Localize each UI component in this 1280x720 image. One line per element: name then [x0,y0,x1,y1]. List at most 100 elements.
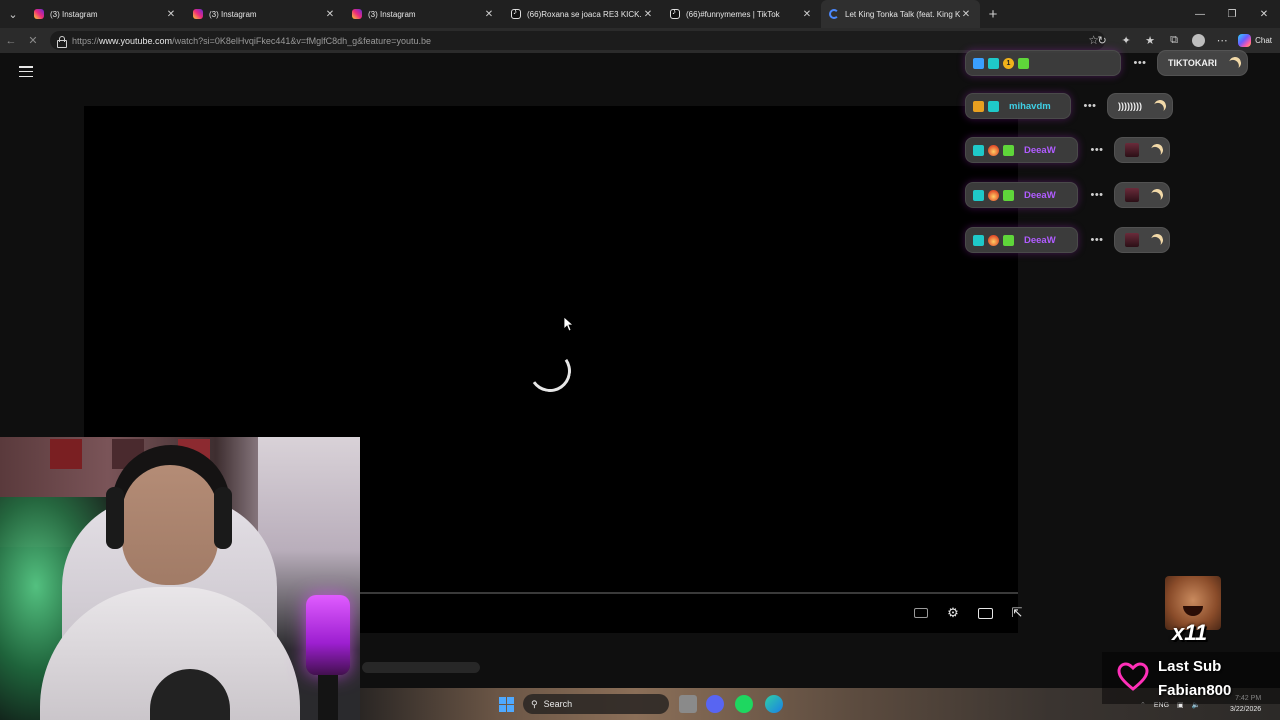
chat-user-pill: mihavdm [965,93,1071,119]
chat-dots: ••• [1090,189,1104,201]
tiktok-icon [670,7,680,19]
close-tab-icon[interactable]: ✕ [801,9,813,20]
close-tab-icon[interactable]: ✕ [483,9,495,20]
mouse-cursor-icon [564,317,574,332]
last-sub-name: Fabian800 [1158,682,1232,699]
moon-icon [1152,98,1167,113]
file-explorer-icon[interactable] [679,695,697,713]
chat-message-pill [1114,137,1170,163]
tab-title: (66)Roxana se joaca RE3 KICK.COM [527,9,642,19]
microphone [306,595,350,675]
emote-icon [1125,233,1139,247]
tab-title: (66)#funnymemes | TikTok [686,9,780,19]
tab-2[interactable]: (3) Instagram ✕ [185,0,344,28]
fullscreen-exit-icon[interactable]: ⇱ [1001,603,1033,623]
window-controls: — ❐ ✕ [1184,0,1280,28]
close-tab-icon[interactable]: ✕ [324,9,336,20]
restore-icon[interactable]: ❐ [1216,0,1248,28]
badge-icon [1003,189,1014,201]
chat-message: DeeaW ••• [965,137,1170,163]
windows-start-icon[interactable] [499,697,514,712]
chat-message-text: )))))))) [1118,101,1142,111]
badge-icon [973,57,984,69]
tab-6-active[interactable]: Let King Tonka Talk (feat. King Kyle ✕ [821,0,980,28]
tab-title: (3) Instagram [209,9,257,19]
address-bar[interactable]: https://www.youtube.com/watch?si=0K8elHv… [50,31,1105,50]
tab-5[interactable]: (66)#funnymemes | TikTok ✕ [662,0,821,28]
copilot-icon [1238,34,1252,47]
chat-dots: ••• [1090,234,1104,246]
instagram-icon [193,9,203,19]
tab-actions-menu-icon[interactable]: ⌄ [0,0,26,28]
chat-username: DeeaW [1024,144,1056,156]
badge-icon [988,234,999,246]
lock-icon[interactable] [56,35,67,48]
loading-icon [829,9,839,19]
badge-icon [973,234,984,246]
chat-message-pill: TIKTOKARI [1157,50,1248,76]
tab-4[interactable]: (66)Roxana se joaca RE3 KICK.COM ✕ [503,0,662,28]
chat-message: mihavdm ••• )))))))) [965,93,1173,119]
tab-1[interactable]: (3) Instagram ✕ [26,0,185,28]
chat-username: DeeaW [1024,189,1056,201]
spotify-icon[interactable] [735,695,753,713]
instagram-icon [34,9,44,19]
stop-loading-button[interactable]: ✕ [22,28,44,53]
moon-icon [1227,55,1242,70]
search-icon: ⚲ [531,698,538,709]
close-tab-icon[interactable]: ✕ [960,9,972,20]
badge-icon [973,100,984,112]
moon-icon [1149,232,1164,247]
chat-user-pill: DeeaW [965,137,1078,163]
emote-combo-counter: x11 [1172,620,1208,645]
moon-icon [1149,187,1164,202]
tiktok-icon [511,7,521,19]
new-tab-button[interactable]: + [980,0,1006,28]
url-text: https://www.youtube.com/watch?si=0K8elHv… [72,35,431,46]
browser-tab-strip: ⌄ (3) Instagram ✕ (3) Instagram ✕ (3) In… [0,0,1280,28]
tab-3[interactable]: (3) Instagram ✕ [344,0,503,28]
emote-icon [1125,143,1139,157]
chat-username: DeeaW [1024,234,1056,246]
close-tab-icon[interactable]: ✕ [642,9,654,20]
chat-message-text: TIKTOKARI [1168,58,1217,68]
chat-user-pill: 1 [965,50,1121,76]
moon-icon [1149,142,1164,157]
discord-icon[interactable] [706,695,724,713]
badge-icon [988,189,999,201]
chat-message-pill [1114,182,1170,208]
chat-message: DeeaW ••• [965,182,1170,208]
copilot-chat-button[interactable]: Chat [1234,34,1280,47]
chat-message: DeeaW ••• [965,227,1170,253]
captions-button[interactable] [905,603,937,623]
menu-icon[interactable] [19,66,33,77]
back-button[interactable]: ← [0,28,22,53]
badge-icon [988,57,999,69]
badge-icon [988,100,999,112]
settings-gear-icon[interactable]: ⚙ [937,603,969,623]
close-tab-icon[interactable]: ✕ [165,9,177,20]
badge-icon [1018,57,1029,69]
search-placeholder: Search [543,699,573,709]
copilot-label: Chat [1255,36,1272,45]
tab-title: (3) Instagram [368,9,416,19]
chat-user-pill: DeeaW [965,182,1078,208]
last-sub-label: Last Sub [1158,658,1222,675]
screen: ⌄ (3) Instagram ✕ (3) Instagram ✕ (3) In… [0,0,1280,720]
chat-message-pill: )))))))) [1107,93,1173,119]
instagram-icon [352,9,362,19]
chat-user-pill: DeeaW [965,227,1078,253]
minimize-icon[interactable]: — [1184,0,1216,28]
emote-icon [1125,188,1139,202]
taskbar-search[interactable]: ⚲ Search [523,694,669,714]
chat-dots: ••• [1083,100,1097,112]
chat-dots: ••• [1133,57,1147,69]
badge-icon [1003,234,1014,246]
close-window-icon[interactable]: ✕ [1248,0,1280,28]
theater-mode-button[interactable] [969,603,1001,623]
player-controls: ⚙ ⇱ [905,603,1033,623]
chat-message-pill [1114,227,1170,253]
streamer-webcam [0,437,360,720]
edge-icon[interactable] [765,695,783,713]
heart-icon [1117,662,1149,691]
